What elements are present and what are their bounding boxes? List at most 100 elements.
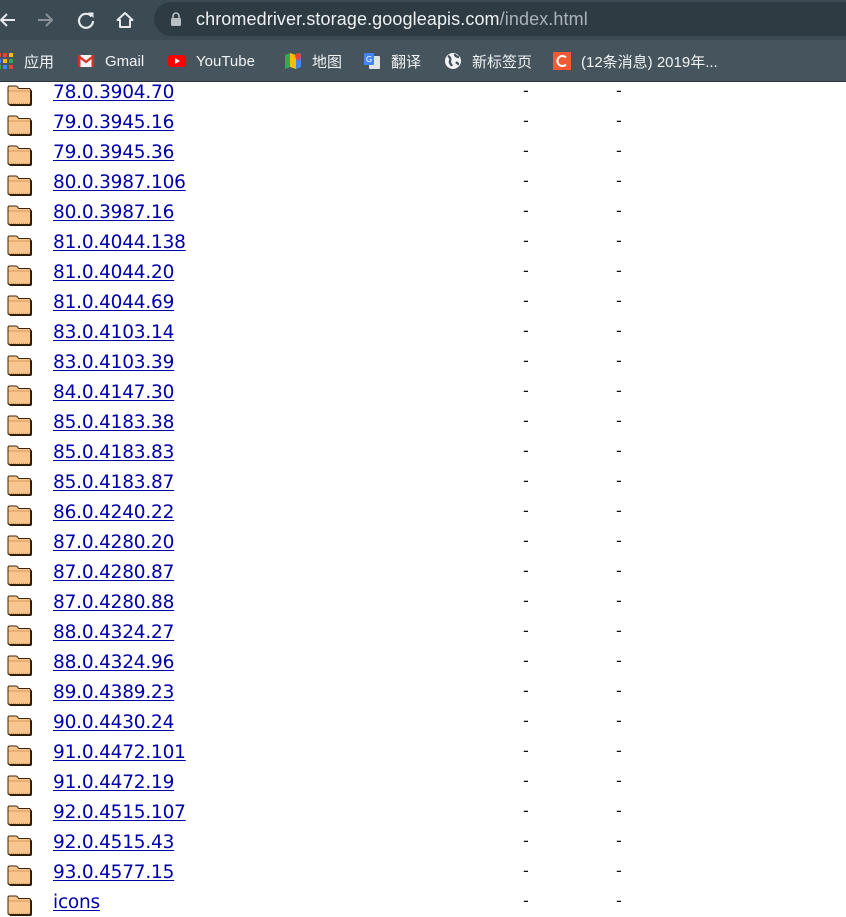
folder-icon xyxy=(7,745,32,766)
apps-grid-icon xyxy=(0,53,13,69)
last-modified: - xyxy=(523,201,529,220)
folder-link[interactable]: 79.0.3945.36 xyxy=(53,142,174,163)
folder-link[interactable]: 93.0.4577.15 xyxy=(53,862,174,883)
directory-listing: 78.0.3904.70 - - 79.0.3945.16 - - 79.0.3… xyxy=(0,81,846,917)
folder-link[interactable]: 83.0.4103.39 xyxy=(53,352,174,373)
folder-icon xyxy=(7,625,32,646)
url-text[interactable]: chromedriver.storage.googleapis.com/inde… xyxy=(196,9,588,30)
folder-link[interactable]: 92.0.4515.43 xyxy=(53,832,174,853)
folder-link[interactable]: 86.0.4240.22 xyxy=(53,502,174,523)
last-modified: - xyxy=(523,441,529,460)
folder-link[interactable]: 88.0.4324.27 xyxy=(53,622,174,643)
listing-row: 91.0.4472.101 - - xyxy=(0,741,846,773)
last-modified: - xyxy=(523,561,529,580)
folder-link[interactable]: 91.0.4472.101 xyxy=(53,742,186,763)
url-path: /index.html xyxy=(499,9,588,29)
folder-icon xyxy=(7,505,32,526)
folder-icon xyxy=(7,775,32,796)
folder-icon xyxy=(7,475,32,496)
file-size: - xyxy=(616,351,622,370)
folder-link[interactable]: 79.0.3945.16 xyxy=(53,112,174,133)
folder-icon xyxy=(7,265,32,286)
file-size: - xyxy=(616,621,622,640)
last-modified: - xyxy=(523,261,529,280)
listing-row: 86.0.4240.22 - - xyxy=(0,501,846,533)
listing-row: 88.0.4324.27 - - xyxy=(0,621,846,653)
bookmark-label: YouTube xyxy=(196,52,255,70)
folder-link[interactable]: 85.0.4183.87 xyxy=(53,472,174,493)
folder-link[interactable]: icons xyxy=(53,892,100,913)
folder-link[interactable]: 81.0.4044.20 xyxy=(53,262,174,283)
folder-link[interactable]: 83.0.4103.14 xyxy=(53,322,174,343)
last-modified: - xyxy=(523,771,529,790)
last-modified: - xyxy=(523,861,529,880)
folder-link[interactable]: 87.0.4280.88 xyxy=(53,592,174,613)
bookmark-new-tab[interactable]: 新标签页 xyxy=(444,50,532,72)
listing-row: 79.0.3945.36 - - xyxy=(0,141,846,173)
translate-icon: G xyxy=(364,53,380,69)
folder-icon xyxy=(7,415,32,436)
url-host: chromedriver.storage.googleapis.com xyxy=(196,9,500,29)
bookmark-apps[interactable]: 应用 xyxy=(0,50,54,72)
last-modified: - xyxy=(523,351,529,370)
folder-icon xyxy=(7,715,32,736)
folder-link[interactable]: 88.0.4324.96 xyxy=(53,652,174,673)
folder-link[interactable]: 91.0.4472.19 xyxy=(53,772,174,793)
file-size: - xyxy=(616,291,622,310)
bookmark-maps[interactable]: 地图 xyxy=(284,50,342,72)
last-modified: - xyxy=(523,141,529,160)
listing-row: 92.0.4515.43 - - xyxy=(0,831,846,863)
bookmark-label: 翻译 xyxy=(391,53,422,71)
svg-text:G: G xyxy=(366,55,372,64)
bookmark-translate[interactable]: G 翻译 xyxy=(363,50,421,72)
listing-row: 85.0.4183.38 - - xyxy=(0,411,846,443)
file-size: - xyxy=(616,501,622,520)
globe-icon xyxy=(445,53,461,69)
folder-icon xyxy=(7,295,32,316)
folder-link[interactable]: 89.0.4389.23 xyxy=(53,682,174,703)
listing-row: 87.0.4280.20 - - xyxy=(0,531,846,563)
folder-link[interactable]: 90.0.4430.24 xyxy=(53,712,174,733)
bookmark-gmail[interactable]: Gmail xyxy=(77,50,144,72)
bookmark-label: (12条消息) 2019年... xyxy=(581,53,718,71)
folder-link[interactable]: 78.0.3904.70 xyxy=(53,82,174,103)
folder-icon xyxy=(7,595,32,616)
folder-link[interactable]: 85.0.4183.83 xyxy=(53,442,174,463)
folder-link[interactable]: 81.0.4044.69 xyxy=(53,292,174,313)
last-modified: - xyxy=(523,471,529,490)
reload-button[interactable] xyxy=(72,6,100,34)
last-modified: - xyxy=(523,621,529,640)
folder-link[interactable]: 80.0.3987.106 xyxy=(53,172,186,193)
home-button[interactable] xyxy=(111,6,139,34)
home-icon xyxy=(116,12,134,28)
last-modified: - xyxy=(523,531,529,550)
last-modified: - xyxy=(523,381,529,400)
forward-button[interactable] xyxy=(31,6,59,34)
bookmark-youtube[interactable]: YouTube xyxy=(168,50,255,72)
folder-link[interactable]: 85.0.4183.38 xyxy=(53,412,174,433)
last-modified: - xyxy=(523,681,529,700)
listing-row: 87.0.4280.87 - - xyxy=(0,561,846,593)
listing-row: 81.0.4044.138 - - xyxy=(0,231,846,263)
listing-row: icons - - xyxy=(0,891,846,917)
bookmark-csdn[interactable]: (12条消息) 2019年... xyxy=(553,50,718,72)
last-modified: - xyxy=(523,501,529,520)
listing-row: 90.0.4430.24 - - xyxy=(0,711,846,743)
last-modified: - xyxy=(523,651,529,670)
folder-link[interactable]: 81.0.4044.138 xyxy=(53,232,186,253)
folder-icon xyxy=(7,145,32,166)
folder-link[interactable]: 84.0.4147.30 xyxy=(53,382,174,403)
file-size: - xyxy=(616,651,622,670)
address-bar[interactable]: chromedriver.storage.googleapis.com/inde… xyxy=(154,2,846,36)
folder-link[interactable]: 87.0.4280.20 xyxy=(53,532,174,553)
reload-icon xyxy=(77,12,95,29)
folder-link[interactable]: 92.0.4515.107 xyxy=(53,802,186,823)
folder-icon xyxy=(7,385,32,406)
file-size: - xyxy=(616,381,622,400)
csdn-icon xyxy=(553,52,571,70)
listing-row: 81.0.4044.20 - - xyxy=(0,261,846,293)
folder-link[interactable]: 80.0.3987.16 xyxy=(53,202,174,223)
last-modified: - xyxy=(523,831,529,850)
folder-link[interactable]: 87.0.4280.87 xyxy=(53,562,174,583)
back-button[interactable] xyxy=(0,6,22,34)
